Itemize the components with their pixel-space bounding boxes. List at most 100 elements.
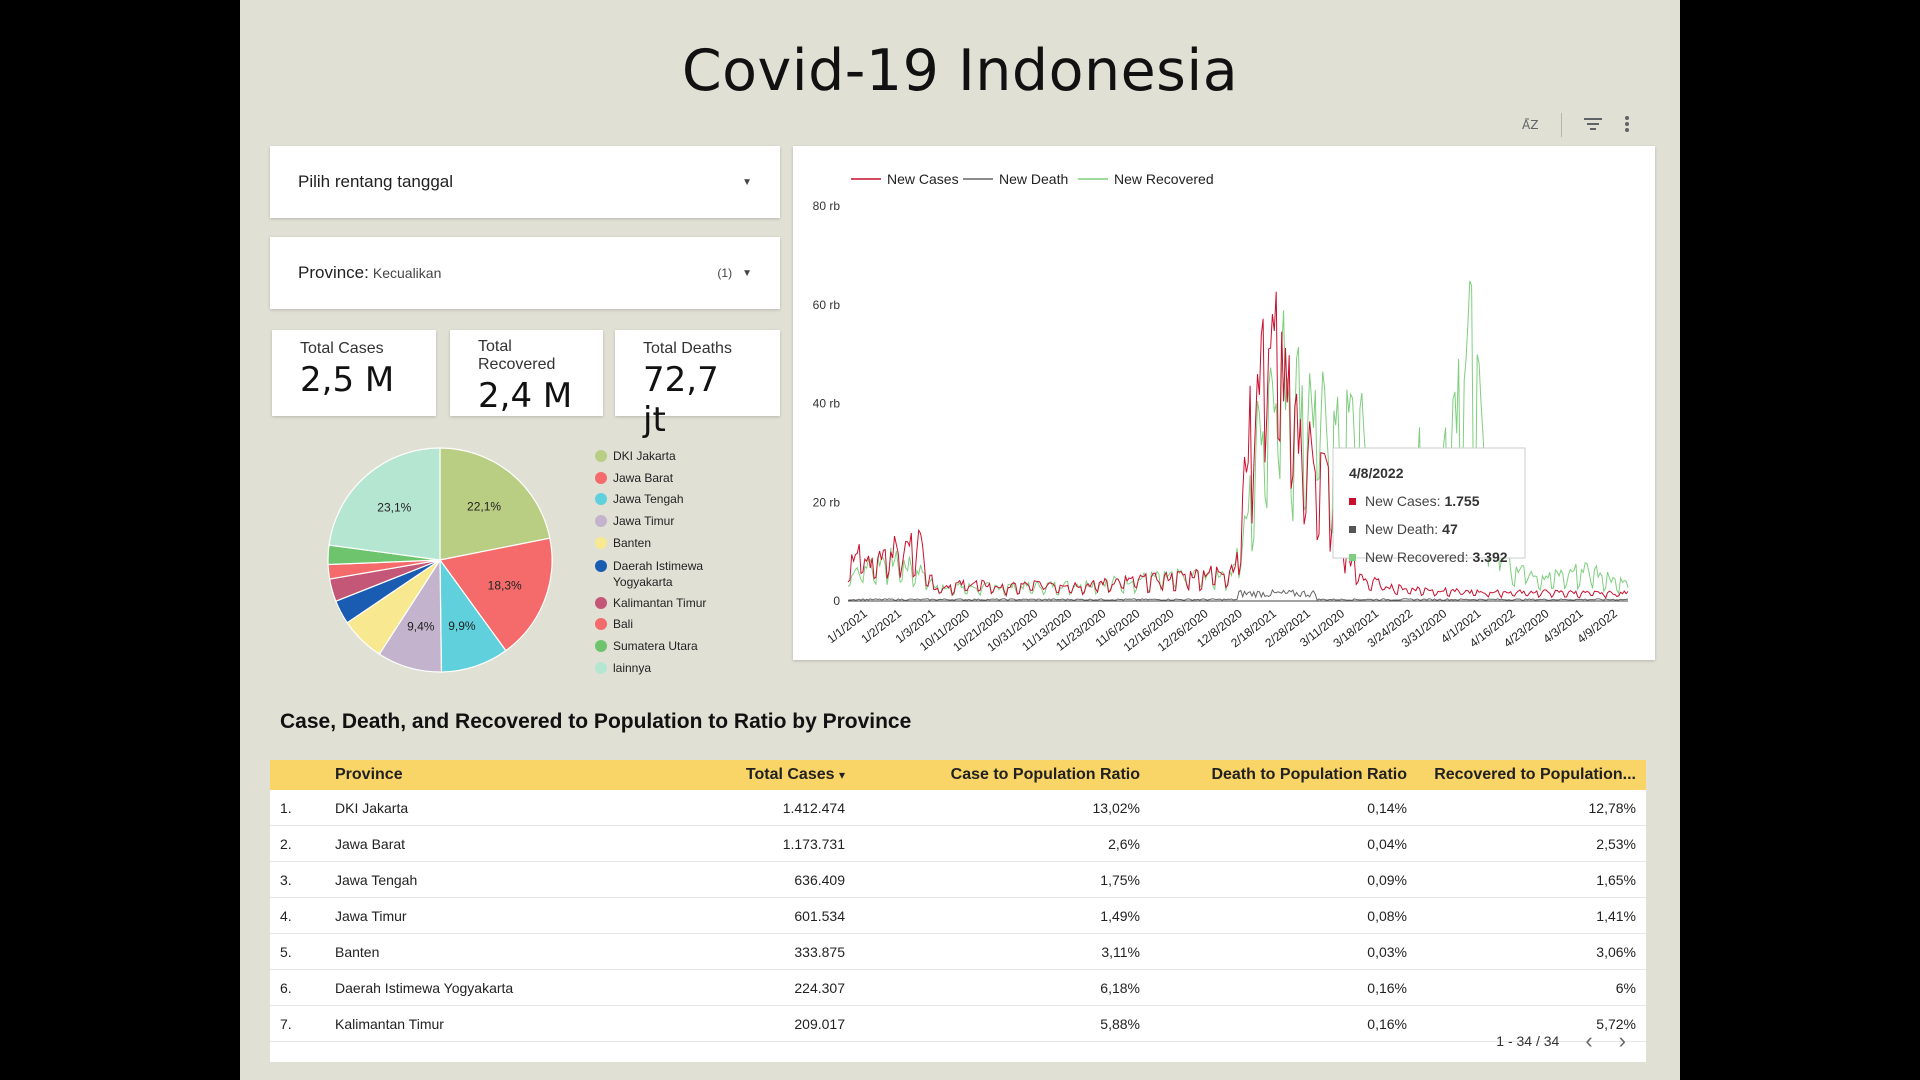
row-case-ratio: 13,02%	[1092, 799, 1140, 816]
kpi-total-deaths: Total Deaths 72,7 jt	[615, 330, 780, 440]
legend-label: New Death	[999, 171, 1068, 187]
chart-legend-item[interactable]: New Death	[963, 171, 1068, 187]
table-row[interactable]: 4. Jawa Timur 601.534 1,49% 0,08% 1,41%	[270, 898, 1646, 934]
tooltip-row-label: New Recovered:	[1365, 549, 1469, 565]
pie-slice-label: 9,4%	[407, 620, 435, 634]
legend-label: Kalimantan Timur	[613, 595, 707, 610]
date-range-label: Pilih rentang tanggal	[298, 172, 454, 191]
legend-label: Jawa Barat	[613, 470, 674, 485]
row-case-ratio: 3,11%	[1101, 943, 1140, 960]
timeseries-chart[interactable]: New Cases New Death New Recovered 0 20 rb 40 …	[793, 146, 1655, 660]
pie-slice-label: 23,1%	[377, 501, 411, 515]
legend-item[interactable]: Daerah Istimewa Yogyakarta	[595, 558, 733, 590]
kpi-label: Total Cases	[300, 340, 384, 357]
table-row[interactable]: 2. Jawa Barat 1.173.731 2,6% 0,04% 2,53%	[270, 826, 1646, 862]
row-total-cases: 209.017	[794, 1015, 845, 1032]
table-row[interactable]: 1. DKI Jakarta 1.412.474 13,02% 0,14% 12,78%	[270, 790, 1646, 826]
col-case-ratio[interactable]: Case to Population Ratio	[855, 766, 1150, 784]
prev-page-icon[interactable]: ‹	[1585, 1028, 1592, 1054]
legend-label: New Recovered	[1114, 171, 1214, 187]
legend-item[interactable]: Sumatera Utara	[595, 636, 733, 658]
legend-swatch	[595, 536, 607, 549]
legend-item[interactable]: lainnya	[595, 658, 733, 680]
pie-slice-label: 22,1%	[467, 499, 501, 513]
row-province: Jawa Timur	[335, 907, 407, 924]
row-total-cases: 1.173.731	[782, 835, 845, 852]
legend-label: Jawa Tengah	[613, 492, 684, 507]
province-filter-label: Province:	[298, 263, 369, 282]
date-range-control[interactable]: Pilih rentang tanggal ▼	[270, 146, 780, 218]
row-case-ratio: 2,6%	[1108, 835, 1140, 852]
legend-item[interactable]: Kalimantan Timur	[595, 593, 733, 615]
legend-swatch	[595, 596, 607, 609]
tooltip-swatch	[1349, 498, 1356, 505]
province-filter-mode: Kecualikan	[372, 265, 442, 281]
sort-icon[interactable]: AZ	[1521, 116, 1539, 135]
legend-label: DKI Jakarta	[613, 449, 676, 463]
row-case-ratio: 1,49%	[1100, 907, 1140, 924]
legend-label: Bali	[613, 617, 634, 632]
legend-swatch	[595, 515, 607, 528]
row-index: 2.	[280, 835, 292, 852]
row-province: Banten	[335, 943, 380, 960]
table-header: Province Total Cases ▾ Case to Populatio…	[270, 760, 1646, 790]
legend-swatch	[595, 639, 607, 652]
row-total-cases: 1.412.474	[782, 799, 845, 816]
row-death-ratio: 0,04%	[1367, 835, 1407, 852]
legend-label: New Cases	[887, 171, 959, 187]
row-death-ratio: 0,14%	[1367, 799, 1407, 816]
pagination-label: 1 - 34 / 34	[1496, 1033, 1560, 1049]
toolbar-divider	[1561, 113, 1562, 137]
tooltip-row-label: New Cases:	[1365, 493, 1440, 509]
table-row[interactable]: 7. Kalimantan Timur 209.017 5,88% 0,16% 5,72%	[270, 1006, 1646, 1042]
table-row[interactable]: 6. Daerah Istimewa Yogyakarta 224.307 6,18%…	[270, 970, 1646, 1006]
chart-toolbar: AZ	[1521, 113, 1630, 137]
legend-item[interactable]: DKI Jakarta	[595, 446, 733, 468]
province-filter-control[interactable]: Province: Kecualikan (1) ▼	[270, 237, 780, 309]
row-death-ratio: 0,16%	[1367, 979, 1407, 996]
col-province[interactable]: Province	[325, 766, 575, 784]
legend-label: Daerah Istimewa Yogyakarta	[613, 558, 704, 589]
legend-item[interactable]: Banten	[595, 533, 733, 555]
col-death-ratio[interactable]: Death to Population Ratio	[1150, 766, 1417, 784]
row-total-cases: 601.534	[794, 907, 845, 924]
pie-legend: DKI Jakarta Jawa Barat Jawa Tengah Jawa Tim…	[595, 446, 733, 679]
page-title: Covid-19 Indonesia	[681, 38, 1239, 104]
sort-desc-icon: ▾	[838, 768, 845, 782]
row-index: 6.	[280, 979, 292, 996]
province-table: Province Total Cases ▾ Case to Populatio…	[270, 760, 1646, 1062]
tooltip-row-label: New Death:	[1365, 521, 1438, 537]
row-death-ratio: 0,09%	[1367, 871, 1407, 888]
row-index: 5.	[280, 943, 292, 960]
table-row[interactable]: 5. Banten 333.875 3,11% 0,03% 3,06%	[270, 934, 1646, 970]
legend-label: Sumatera Utara	[613, 638, 698, 653]
row-index: 7.	[280, 1015, 292, 1032]
tooltip-swatch	[1349, 554, 1356, 561]
legend-swatch	[595, 493, 607, 506]
legend-item[interactable]: Jawa Barat	[595, 468, 733, 490]
more-vert-icon[interactable]	[1624, 115, 1630, 135]
pie-slice-label: 9,9%	[448, 619, 476, 633]
row-case-ratio: 6,18%	[1100, 979, 1140, 996]
row-province: DKI Jakarta	[335, 799, 409, 816]
table-row[interactable]: 3. Jawa Tengah 636.409 1,75% 0,09% 1,65%	[270, 862, 1646, 898]
row-recovered-ratio: 12,78%	[1588, 799, 1636, 816]
next-page-icon[interactable]: ›	[1619, 1028, 1626, 1054]
row-recovered-ratio: 2,53%	[1596, 835, 1636, 852]
province-pie-chart[interactable]: 22,1% 18,3% 9,9% 9,4% 23,1%	[320, 440, 560, 680]
row-recovered-ratio: 3,06%	[1596, 943, 1636, 960]
col-recovered-ratio[interactable]: Recovered to Population...	[1417, 766, 1646, 784]
col-total-cases[interactable]: Total Cases ▾	[575, 766, 855, 784]
filter-icon[interactable]	[1584, 117, 1602, 134]
legend-swatch	[595, 661, 607, 674]
row-province: Kalimantan Timur	[335, 1015, 444, 1032]
chart-legend-item[interactable]: New Cases	[851, 171, 959, 187]
row-index: 1.	[280, 799, 292, 816]
y-tick-label: 80 rb	[813, 199, 841, 213]
chart-legend-item[interactable]: New Recovered	[1078, 171, 1214, 187]
legend-item[interactable]: Jawa Timur	[595, 511, 733, 533]
legend-item[interactable]: Jawa Tengah	[595, 489, 733, 511]
legend-item[interactable]: Bali	[595, 614, 733, 636]
row-total-cases: 333.875	[794, 943, 845, 960]
row-recovered-ratio: 1,41%	[1596, 907, 1636, 924]
